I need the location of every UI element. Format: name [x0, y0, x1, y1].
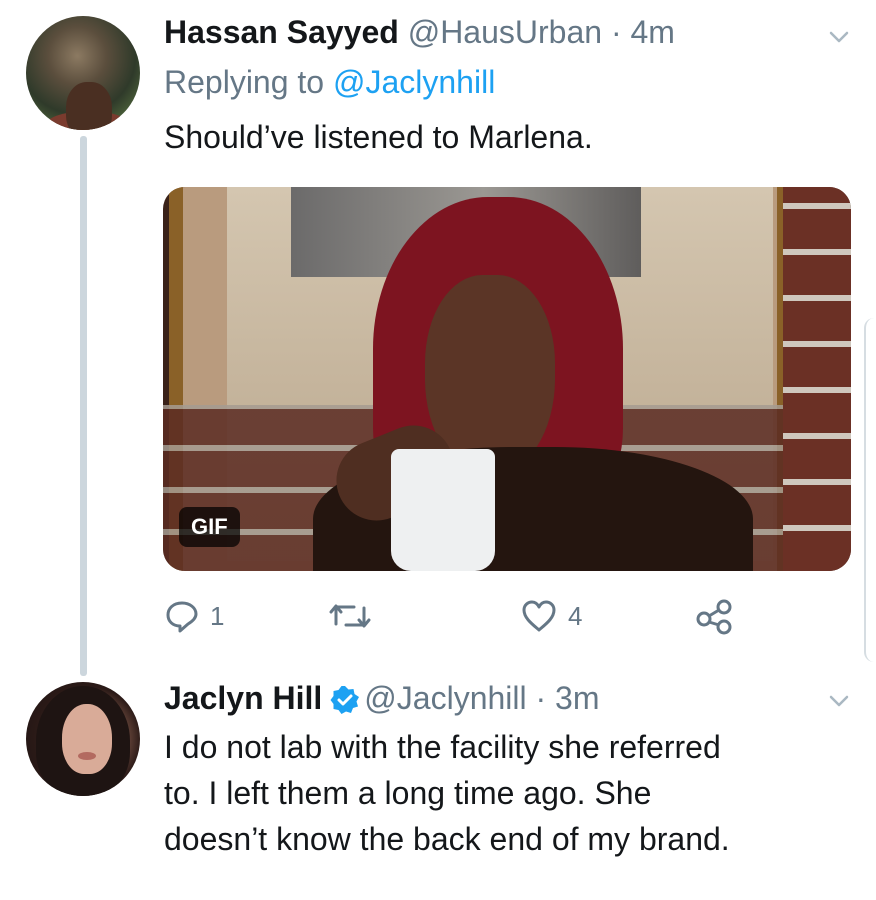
reply-count: 1: [210, 600, 225, 631]
avatar-face: [62, 704, 112, 774]
tweet-text: I do not lab with the facility she refer…: [164, 724, 730, 862]
tweet-text-line: to. I left them a long time ago. She: [164, 775, 652, 811]
tweet-text-line: I do not lab with the facility she refer…: [164, 729, 721, 765]
like-icon: [520, 598, 558, 634]
reply-button[interactable]: 1: [164, 590, 224, 642]
display-name[interactable]: Jaclyn Hill: [164, 680, 322, 716]
retweet-button[interactable]: [328, 590, 372, 642]
verified-badge-icon: [330, 684, 360, 724]
like-count: 4: [568, 600, 583, 631]
retweet-icon: [328, 598, 372, 634]
like-button[interactable]: 4: [520, 590, 582, 642]
tweet-header: Hassan Sayyed @HausUrban · 4m: [164, 12, 675, 52]
user-handle[interactable]: @HausUrban: [408, 14, 602, 50]
separator-dot: ·: [535, 680, 547, 716]
timestamp[interactable]: 4m: [630, 14, 674, 50]
avatar-jaclyn[interactable]: [26, 682, 140, 796]
replying-to: Replying to @Jaclynhill: [164, 62, 495, 102]
avatar-hassan[interactable]: [26, 16, 140, 130]
tweet-header: Jaclyn Hill @Jaclynhill · 3m: [164, 678, 600, 724]
tweet-text: Should’ve listened to Marlena.: [164, 119, 593, 155]
share-button[interactable]: [694, 590, 734, 642]
thread-connector-line: [80, 136, 87, 676]
tweet-actions: 1 4: [164, 590, 854, 642]
avatar-face: [66, 82, 112, 130]
chevron-down-icon[interactable]: [828, 690, 850, 712]
timestamp[interactable]: 3m: [555, 680, 599, 716]
tweet-text-line: doesn’t know the back end of my brand.: [164, 821, 730, 857]
gif-brick-wall-right: [783, 187, 851, 571]
chevron-down-icon[interactable]: [828, 26, 850, 48]
gif-media[interactable]: GIF: [163, 187, 851, 571]
reply-mention-link[interactable]: @Jaclynhill: [333, 64, 495, 100]
display-name[interactable]: Hassan Sayyed: [164, 14, 399, 50]
gif-badge: GIF: [179, 507, 240, 547]
gif-cup: [391, 449, 495, 571]
scrollbar-track[interactable]: [864, 318, 876, 662]
replying-to-label: Replying to: [164, 64, 325, 100]
separator-dot: ·: [610, 14, 622, 50]
share-icon: [694, 597, 734, 635]
user-handle[interactable]: @Jaclynhill: [364, 680, 526, 716]
reply-icon: [164, 598, 200, 634]
avatar-lips: [78, 752, 96, 760]
